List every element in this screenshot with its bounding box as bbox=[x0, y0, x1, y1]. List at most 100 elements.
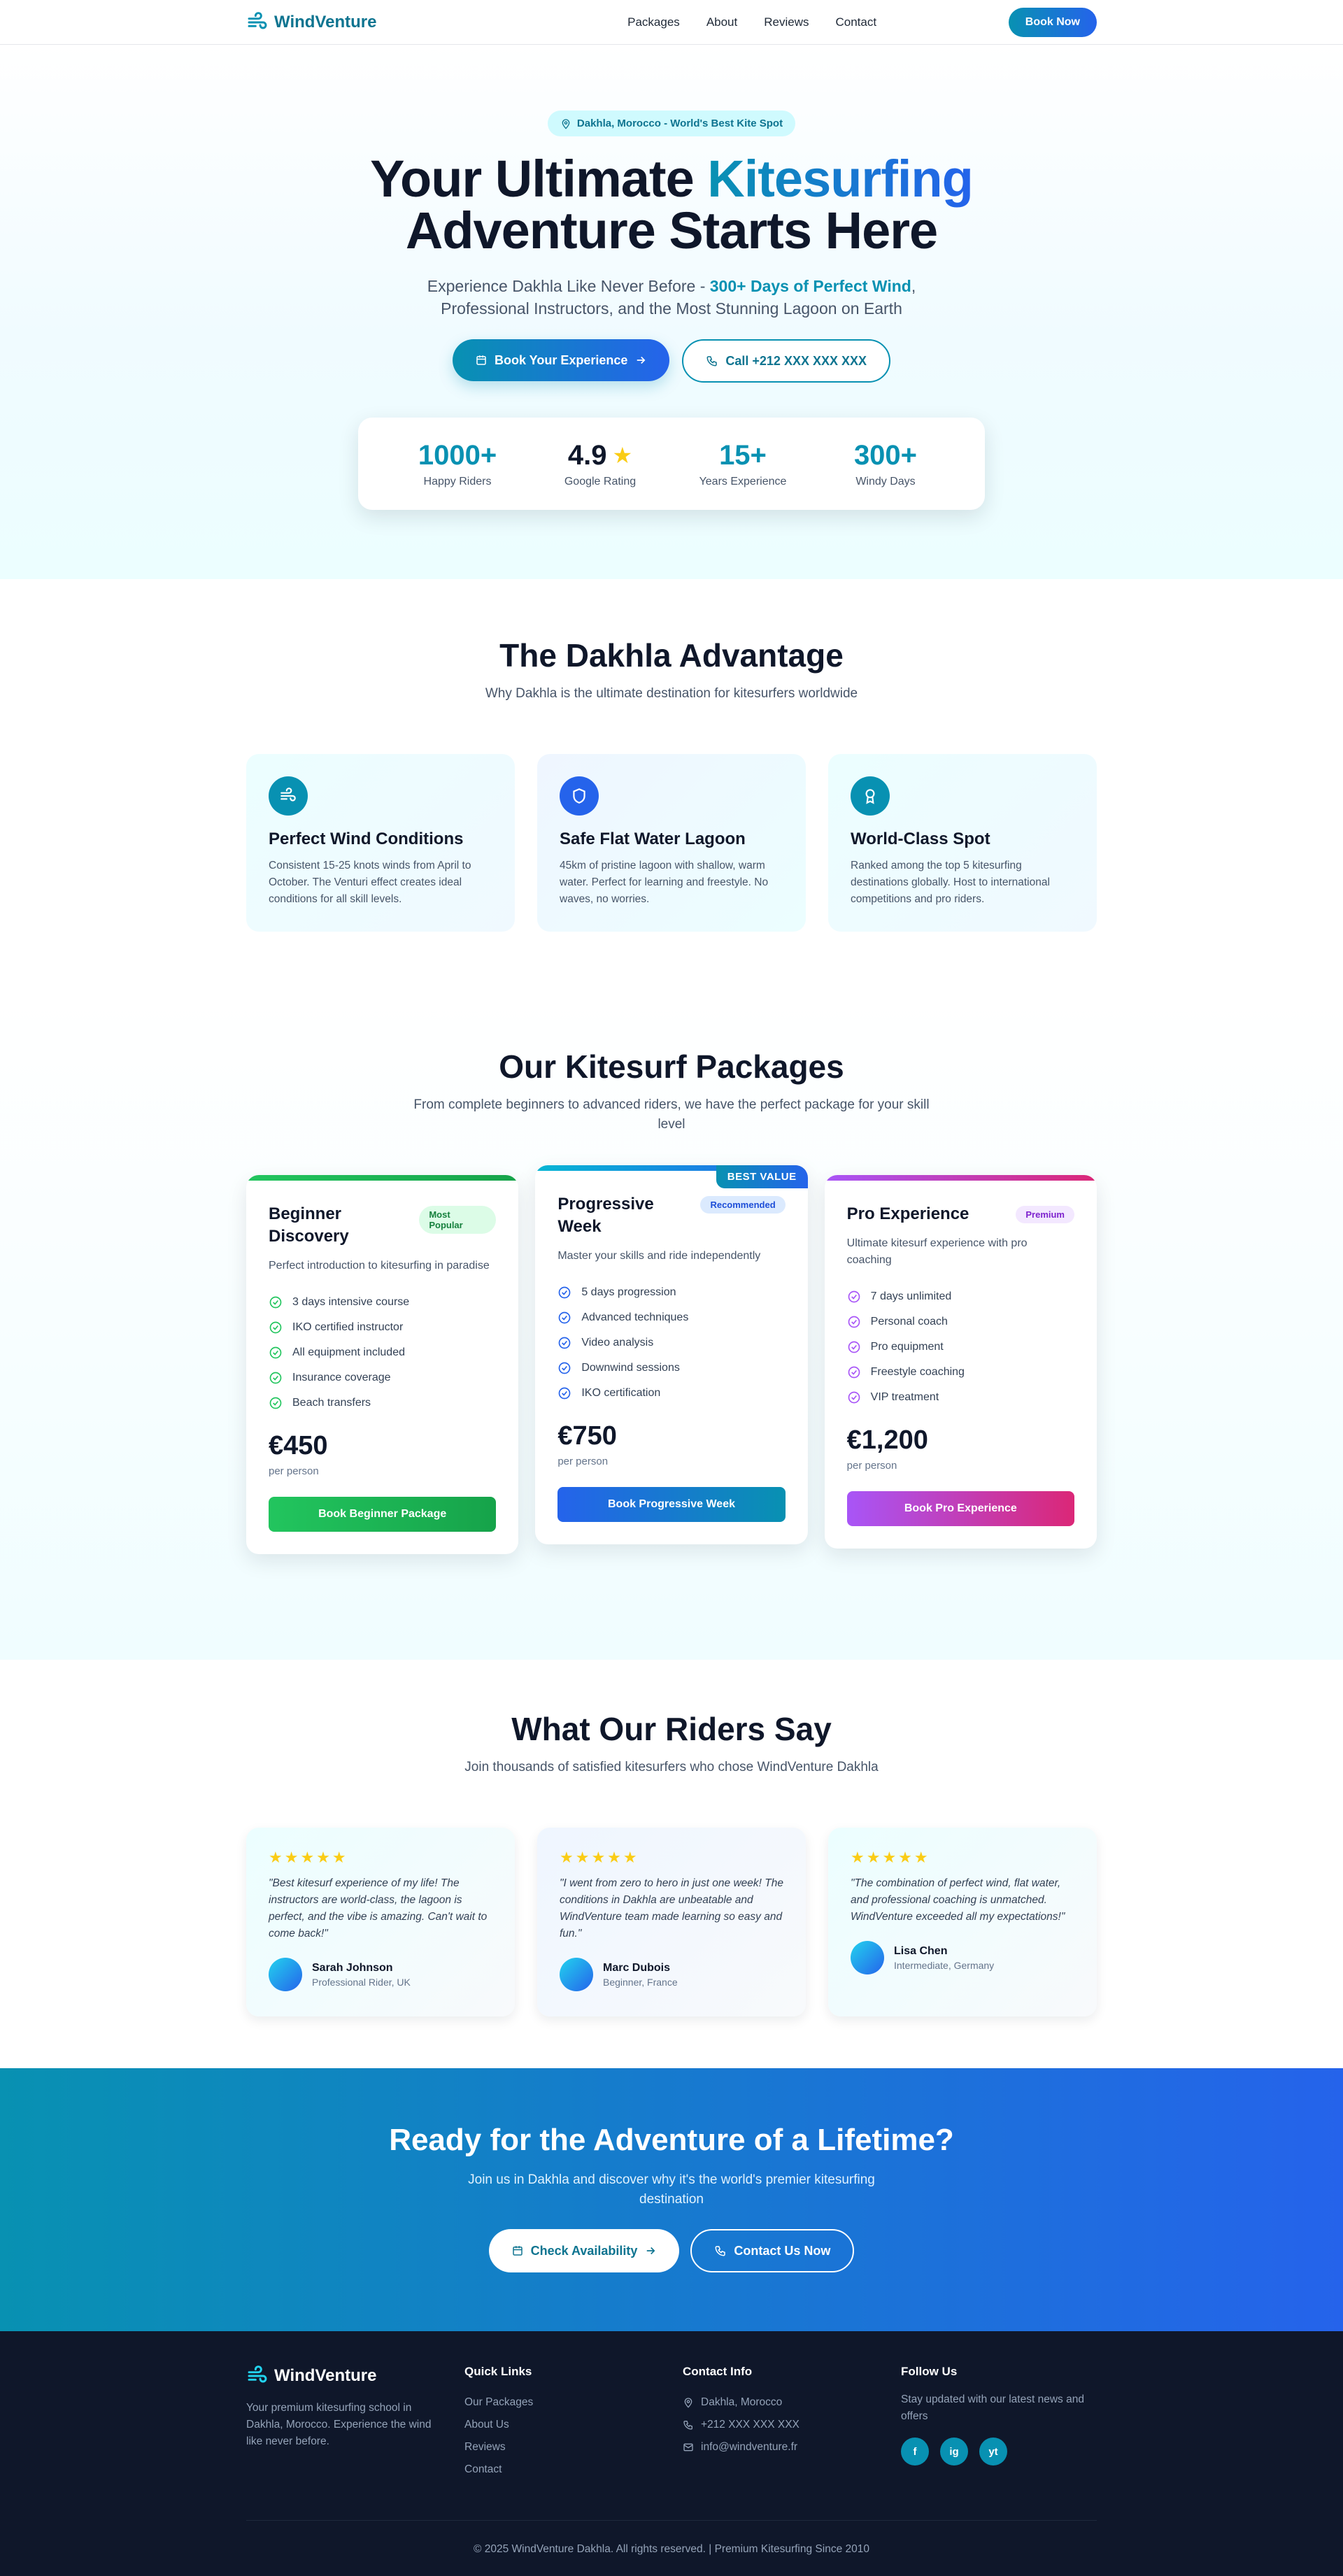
cta-subtitle: Join us in Dakhla and discover why it's … bbox=[468, 2172, 875, 2207]
footer-copyright: © 2025 WindVenture Dakhla. All rights re… bbox=[246, 2520, 1097, 2556]
youtube-icon[interactable]: yt bbox=[979, 2438, 1007, 2465]
feature-text: VIP treatment bbox=[870, 1391, 939, 1403]
package-description: Perfect introduction to kitesurfing in p… bbox=[269, 1260, 490, 1272]
contact-location-text: Dakhla, Morocco bbox=[701, 2396, 783, 2408]
package-header: Progressive Week Recommended bbox=[557, 1193, 786, 1238]
testimonial-author: Sarah Johnson Professional Rider, UK bbox=[269, 1958, 492, 1991]
package-features: 7 days unlimited Personal coach Pro equi… bbox=[847, 1284, 1074, 1410]
nav-reviews[interactable]: Reviews bbox=[764, 15, 809, 29]
book-progressive-button[interactable]: Book Progressive Week bbox=[557, 1487, 786, 1522]
call-label: Call +212 XXX XXX XXX bbox=[725, 353, 867, 368]
footer-link-contact[interactable]: Contact bbox=[464, 2458, 660, 2481]
feature-item: Downwind sessions bbox=[557, 1355, 785, 1381]
check-circle-icon bbox=[848, 1316, 860, 1328]
star-rating: ★★★★★ bbox=[851, 1849, 930, 1866]
wind-icon bbox=[269, 776, 308, 816]
footer-link-packages[interactable]: Our Packages bbox=[464, 2391, 660, 2414]
check-circle-icon bbox=[848, 1366, 860, 1379]
author-role: Professional Rider, UK bbox=[312, 1976, 411, 1988]
feature-item: VIP treatment bbox=[847, 1385, 1074, 1410]
brand-logo[interactable]: WindVenture bbox=[246, 11, 376, 34]
footer-link-about[interactable]: About Us bbox=[464, 2414, 660, 2436]
call-button[interactable]: Call +212 XXX XXX XXX bbox=[682, 339, 891, 383]
check-circle-icon bbox=[269, 1296, 282, 1309]
feature-text: Pro equipment bbox=[870, 1341, 944, 1353]
packages-subtitle: From complete beginners to advanced ride… bbox=[413, 1097, 930, 1132]
nav-contact[interactable]: Contact bbox=[836, 15, 877, 29]
stats-card: 1000+ Happy Riders 4.9 ★ Google Rating 15… bbox=[358, 418, 985, 510]
contact-phone-text: +212 XXX XXX XXX bbox=[701, 2419, 800, 2431]
footer-follow-title: Follow Us bbox=[901, 2365, 958, 2378]
contact-phone[interactable]: +212 XXX XXX XXX bbox=[683, 2414, 879, 2436]
best-value-ribbon: BEST VALUE bbox=[716, 1165, 808, 1188]
feature-item: Beach transfers bbox=[269, 1390, 496, 1416]
advantage-title: The Dakhla Advantage bbox=[499, 637, 844, 674]
footer-links-list: Our Packages About Us Reviews Contact bbox=[464, 2391, 660, 2481]
book-beginner-button[interactable]: Book Beginner Package bbox=[269, 1497, 497, 1532]
package-name: Pro Experience bbox=[846, 1204, 969, 1223]
facebook-icon[interactable]: f bbox=[901, 2438, 929, 2465]
footer-follow: Follow Us Stay updated with our latest n… bbox=[901, 2365, 1097, 2481]
footer-follow-text: Stay updated with our latest news and of… bbox=[901, 2393, 1084, 2422]
testimonials-section: What Our Riders Say Join thousands of sa… bbox=[0, 1660, 1343, 2068]
main-nav: Packages About Reviews Contact bbox=[627, 15, 876, 29]
check-circle-icon bbox=[848, 1391, 860, 1404]
packages-section: Our Kitesurf Packages From complete begi… bbox=[0, 999, 1343, 1660]
package-name: Beginner Discovery bbox=[269, 1204, 349, 1246]
instagram-icon[interactable]: ig bbox=[940, 2438, 968, 2465]
stat-value: 1000+ bbox=[418, 439, 497, 471]
stat-rating: 4.9 ★ Google Rating bbox=[529, 440, 672, 488]
footer-brand[interactable]: WindVenture bbox=[246, 2365, 442, 2387]
footer-brand-name: WindVenture bbox=[274, 2366, 377, 2385]
feature-item: IKO certified instructor bbox=[269, 1315, 496, 1340]
check-circle-icon bbox=[269, 1372, 282, 1384]
cta-buttons: Check Availability Contact Us Now bbox=[0, 2229, 1343, 2272]
stat-label: Years Experience bbox=[699, 475, 787, 488]
package-per: per person bbox=[557, 1456, 609, 1467]
footer-links: Quick Links Our Packages About Us Review… bbox=[464, 2365, 660, 2481]
hero-title-part2: Adventure Starts Here bbox=[405, 201, 938, 259]
feature-text: Downwind sessions bbox=[581, 1362, 680, 1374]
feature-item: Personal coach bbox=[847, 1309, 1074, 1335]
feature-text: IKO certification bbox=[581, 1387, 661, 1399]
shield-icon bbox=[560, 776, 599, 816]
book-pro-button[interactable]: Book Pro Experience bbox=[846, 1491, 1074, 1526]
contact-email[interactable]: info@windventure.fr bbox=[683, 2436, 879, 2458]
star-rating: ★★★★★ bbox=[560, 1849, 639, 1866]
feature-text: Freestyle coaching bbox=[870, 1366, 965, 1378]
hero-title-part1: Your Ultimate bbox=[370, 150, 708, 208]
package-per: per person bbox=[269, 1465, 319, 1477]
nav-packages[interactable]: Packages bbox=[627, 15, 680, 29]
testimonial-card: ★★★★★ "I went from zero to hero in just … bbox=[537, 1828, 806, 2016]
check-availability-button[interactable]: Check Availability bbox=[488, 2229, 680, 2272]
contact-email-text: info@windventure.fr bbox=[701, 2441, 798, 2453]
contact-us-button[interactable]: Contact Us Now bbox=[690, 2229, 855, 2272]
book-experience-button[interactable]: Book Your Experience bbox=[452, 339, 670, 381]
stat-value: 15+ bbox=[719, 439, 767, 471]
feature-item: All equipment included bbox=[269, 1340, 496, 1365]
nav-about[interactable]: About bbox=[706, 15, 737, 29]
package-name: Progressive Week bbox=[557, 1195, 654, 1236]
check-circle-icon bbox=[269, 1397, 282, 1409]
check-circle-icon bbox=[558, 1387, 571, 1400]
avatar bbox=[560, 1958, 593, 1991]
hero-title-accent: Kitesurfing bbox=[707, 150, 974, 208]
book-now-button[interactable]: Book Now bbox=[1008, 8, 1097, 37]
check-circle-icon bbox=[558, 1337, 571, 1349]
author-role: Beginner, France bbox=[603, 1976, 678, 1988]
footer-contact-title: Contact Info bbox=[683, 2365, 753, 2378]
package-badge: Premium bbox=[1016, 1206, 1074, 1223]
testimonial-quote: "Best kitesurf experience of my life! Th… bbox=[269, 1877, 488, 1940]
footer-link-reviews[interactable]: Reviews bbox=[464, 2436, 660, 2458]
check-circle-icon bbox=[269, 1346, 282, 1359]
stat-rating-value: 4.9 ★ bbox=[568, 440, 632, 471]
testimonial-author: Lisa Chen Intermediate, Germany bbox=[851, 1941, 1074, 1974]
star-rating: ★★★★★ bbox=[269, 1849, 348, 1866]
testimonial-author: Marc Dubois Beginner, France bbox=[560, 1958, 783, 1991]
hero-sub-part1: Experience Dakhla Like Never Before - bbox=[427, 277, 710, 295]
package-features: 5 days progression Advanced techniques V… bbox=[557, 1280, 785, 1406]
site-footer: WindVenture Your premium kitesurfing sch… bbox=[0, 2331, 1343, 2576]
wind-icon bbox=[248, 12, 267, 29]
stat-label: Windy Days bbox=[855, 475, 916, 488]
author-name: Sarah Johnson bbox=[312, 1961, 393, 1974]
